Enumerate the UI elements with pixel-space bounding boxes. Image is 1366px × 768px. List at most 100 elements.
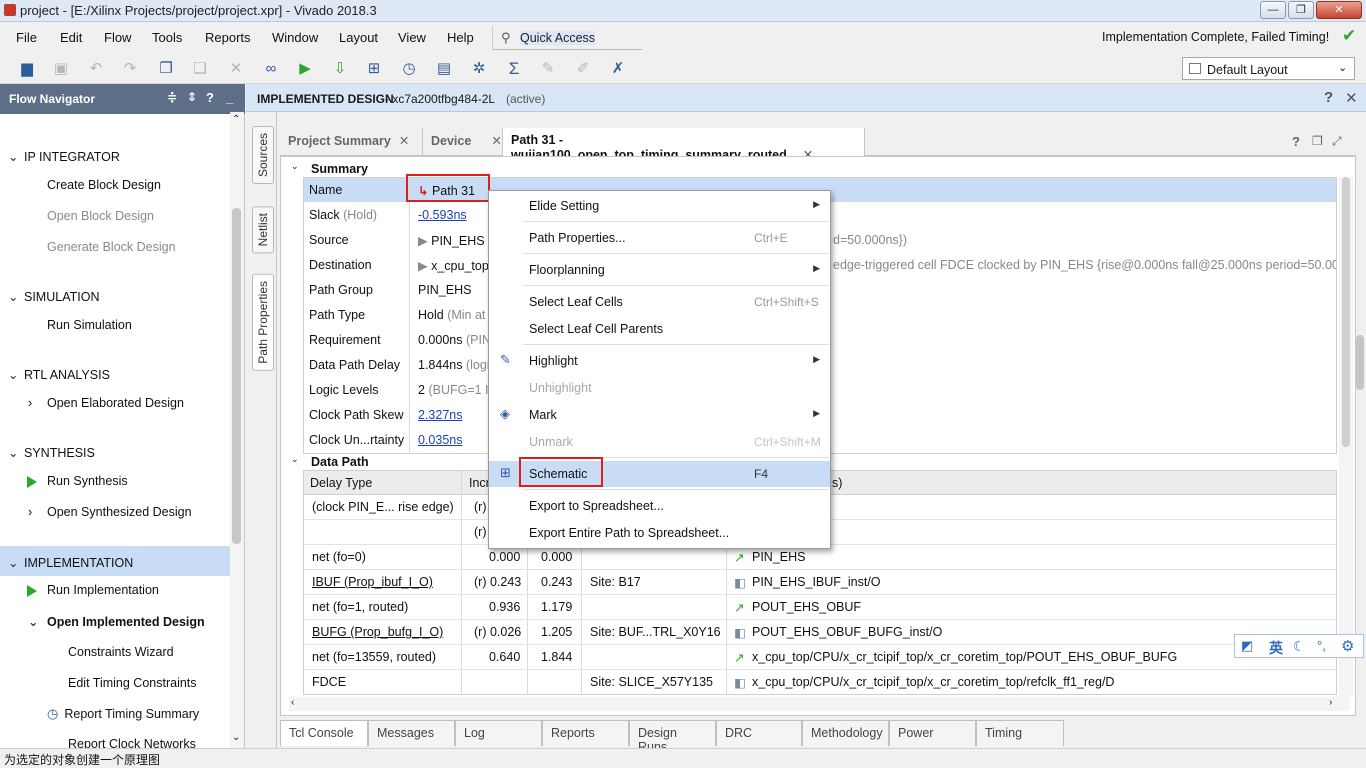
tab-device[interactable]: Device ✕	[423, 128, 503, 156]
program-device-icon[interactable]: ⇩	[329, 59, 351, 79]
scroll-left-icon[interactable]: ‹	[291, 697, 294, 708]
scroll-up-icon[interactable]: ⌃	[232, 114, 240, 125]
scrollbar-thumb[interactable]	[1342, 177, 1350, 447]
help-icon[interactable]: ?	[1324, 89, 1333, 106]
delete-icon[interactable]: ✕	[225, 59, 247, 79]
gear-icon[interactable]: ⚙	[1341, 637, 1354, 655]
nav-create-block-design[interactable]: Create Block Design	[47, 178, 161, 192]
save-icon[interactable]: ▣	[50, 59, 72, 79]
tab-reports[interactable]: Reports	[542, 720, 629, 746]
nav-run-synthesis[interactable]: Run Synthesis	[27, 474, 128, 488]
layout-select[interactable]: Default Layout ⌄	[1182, 57, 1355, 80]
menu-layout[interactable]: Layout	[339, 30, 378, 45]
close-icon[interactable]: ✕	[399, 134, 409, 148]
nav-open-implemented-design[interactable]: ⌄ Open Implemented Design	[28, 614, 205, 629]
tab-path-31[interactable]: Path 31 - wujian100_open_top_timing_summ…	[503, 128, 865, 162]
menu-reports[interactable]: Reports	[205, 30, 251, 45]
schematic-toolbar-icon[interactable]: ⊞	[363, 59, 385, 79]
nav-open-block-design[interactable]: Open Block Design	[47, 209, 154, 223]
minimize-panel-icon[interactable]: _	[226, 90, 233, 105]
tab-project-summary[interactable]: Project Summary ✕	[280, 128, 423, 156]
section-implementation[interactable]: ⌄ IMPLEMENTATION	[8, 555, 133, 570]
settings-icon[interactable]: ✲	[468, 59, 490, 79]
copy-icon[interactable]: ❐	[155, 59, 177, 79]
expand-all-icon[interactable]: ⇕	[187, 90, 197, 104]
section-rtl-analysis[interactable]: ⌄ RTL ANALYSIS	[8, 367, 110, 382]
section-synthesis[interactable]: ⌄ SYNTHESIS	[8, 445, 95, 460]
table-row[interactable]: net (fo=13559, routed) 0.640 1.844 ↗ x_c…	[304, 645, 1336, 670]
tool-disabled-2-icon[interactable]: ✐	[572, 59, 594, 79]
cell-link[interactable]: IBUF (Prop_ibuf_I_O)	[312, 575, 433, 589]
close-window-button[interactable]: ✕	[1316, 1, 1362, 19]
nav-generate-block-design[interactable]: Generate Block Design	[47, 240, 176, 254]
nav-open-synthesized-design[interactable]: › Open Synthesized Design	[28, 505, 192, 519]
menu-item-floorplanning[interactable]: Floorplanning ▶	[489, 257, 830, 283]
maximize-button[interactable]: ❐	[1288, 1, 1314, 19]
tab-drc[interactable]: DRC	[716, 720, 802, 746]
nav-edit-timing-constraints[interactable]: Edit Timing Constraints	[68, 676, 197, 690]
col-location[interactable]: s)	[832, 476, 842, 490]
chevron-down-icon[interactable]: ⌄	[291, 454, 299, 465]
summary-value-slack[interactable]: -0.593ns	[418, 208, 467, 222]
scroll-down-icon[interactable]: ⌄	[232, 732, 240, 743]
chevron-down-icon[interactable]: ⌄	[291, 161, 299, 172]
run-icon[interactable]: ▶	[294, 59, 316, 79]
side-tab-path-properties[interactable]: Path Properties	[252, 274, 274, 371]
menu-item-select-leaf-cells[interactable]: Select Leaf Cells Ctrl+Shift+S	[489, 289, 830, 315]
tab-design-runs[interactable]: Design Runs	[629, 720, 716, 754]
vertical-scrollbar[interactable]	[1339, 177, 1353, 697]
summary-value-clock-uncertainty[interactable]: 0.035ns	[418, 433, 462, 447]
tab-tcl-console[interactable]: Tcl Console	[280, 720, 368, 746]
tab-methodology[interactable]: Methodology	[802, 720, 889, 746]
scrollbar-thumb[interactable]	[232, 208, 241, 544]
menu-edit[interactable]: Edit	[60, 30, 82, 45]
horizontal-scrollbar[interactable]: ‹ ›	[289, 697, 1349, 711]
help-icon[interactable]: ?	[206, 90, 214, 105]
table-row[interactable]: net (fo=1, routed) 0.936 1.179 ↗ POUT_EH…	[304, 595, 1336, 620]
tab-log[interactable]: Log	[455, 720, 542, 746]
side-tab-sources[interactable]: Sources	[252, 126, 274, 185]
undo-icon[interactable]: ↶	[85, 59, 107, 79]
maximize-icon[interactable]: ⤢	[1332, 134, 1342, 149]
moon-icon[interactable]: ☾	[1293, 638, 1306, 655]
menu-item-export-entire-path[interactable]: Export Entire Path to Spreadsheet...	[489, 520, 830, 546]
open-project-icon[interactable]: ▆	[16, 59, 38, 79]
tab-timing[interactable]: Timing	[976, 720, 1064, 746]
nav-run-implementation[interactable]: Run Implementation	[27, 583, 159, 597]
minimize-button[interactable]: —	[1260, 1, 1286, 19]
table-row[interactable]: FDCE Site: SLICE_X57Y135 ◧ x_cpu_top/CPU…	[304, 670, 1336, 694]
tab-power[interactable]: Power	[889, 720, 976, 746]
summary-value-destination[interactable]: ▶ x_cpu_top	[418, 258, 489, 273]
menu-item-export-spreadsheet[interactable]: Export to Spreadsheet...	[489, 493, 830, 519]
menu-item-select-leaf-cell-parents[interactable]: Select Leaf Cell Parents	[489, 316, 830, 342]
menu-flow[interactable]: Flow	[104, 30, 131, 45]
menu-help[interactable]: Help	[447, 30, 474, 45]
nav-report-timing-summary[interactable]: ◷ Report Timing Summary	[47, 706, 199, 722]
punctuation-icon[interactable]: °,	[1317, 638, 1326, 653]
right-edge-scroll[interactable]	[1356, 335, 1364, 390]
report-timing-icon[interactable]: ◷	[398, 59, 420, 79]
nav-report-clock-networks[interactable]: Report Clock Networks	[68, 737, 196, 748]
summary-value-source[interactable]: ▶ PIN_EHS	[418, 233, 485, 248]
menu-item-elide-setting[interactable]: Elide Setting ▶	[489, 193, 830, 219]
menu-file[interactable]: File	[16, 30, 37, 45]
menu-window[interactable]: Window	[272, 30, 318, 45]
sigma-icon[interactable]: Σ	[503, 59, 525, 79]
summary-value-clock-path-skew[interactable]: 2.327ns	[418, 408, 462, 422]
help-icon[interactable]: ?	[1292, 134, 1300, 149]
flow-navigator-scrollbar[interactable]: ⌃ ⌄	[230, 112, 244, 748]
nav-constraints-wizard[interactable]: Constraints Wizard	[68, 645, 174, 659]
collapse-all-icon[interactable]: ≑	[167, 90, 177, 104]
tab-messages[interactable]: Messages	[368, 720, 455, 746]
menu-item-path-properties[interactable]: Path Properties... Ctrl+E	[489, 225, 830, 251]
table-row[interactable]: BUFG (Prop_bufg_I_O) (r) 0.026 1.205 Sit…	[304, 620, 1336, 645]
menu-item-highlight[interactable]: ✎ Highlight ▶	[489, 348, 830, 374]
wand-icon[interactable]: ✗	[607, 59, 629, 79]
menu-tools[interactable]: Tools	[152, 30, 182, 45]
scroll-right-icon[interactable]: ›	[1329, 697, 1332, 708]
close-icon[interactable]: ✕	[1345, 89, 1358, 107]
ime-logo-icon[interactable]: ◩	[1241, 638, 1253, 654]
section-simulation[interactable]: ⌄ SIMULATION	[8, 289, 99, 304]
menu-item-mark[interactable]: ◈ Mark ▶	[489, 402, 830, 428]
nav-open-elaborated-design[interactable]: › Open Elaborated Design	[28, 396, 184, 410]
